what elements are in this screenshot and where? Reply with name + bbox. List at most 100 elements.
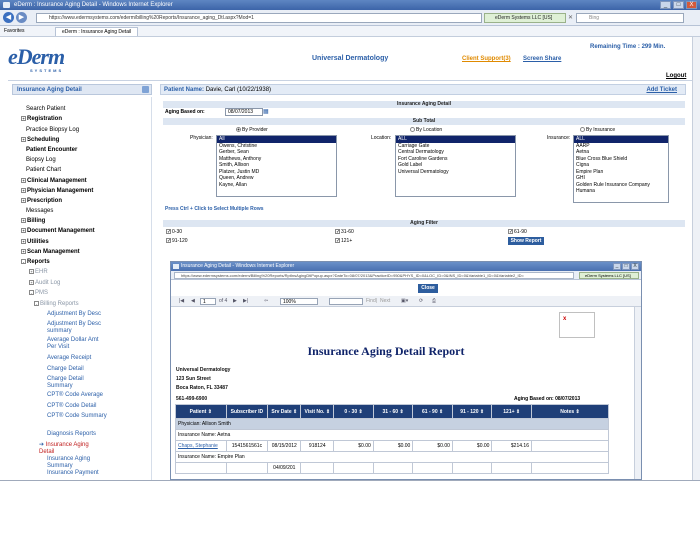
sort-icon[interactable]: ⇕ [574, 409, 580, 415]
sidebar-item[interactable]: + Physician Management [21, 188, 93, 194]
collapse-icon[interactable]: - [29, 290, 34, 295]
column-header[interactable]: 91 - 120 ⇕ [451, 404, 493, 419]
next-page-icon[interactable]: ▶ [233, 296, 237, 307]
column-header[interactable]: Patient ⇕ [175, 404, 227, 419]
add-ticket-link[interactable]: Add Ticket [646, 85, 677, 95]
popup-url-field[interactable]: https://www.edermsystems.com/ederm/Billi… [174, 272, 574, 279]
calendar-icon[interactable]: ▦ [263, 108, 269, 115]
expand-icon[interactable]: + [21, 178, 26, 183]
expand-icon[interactable]: + [21, 249, 26, 254]
expand-icon[interactable]: + [21, 239, 26, 244]
sidebar-item[interactable]: + Scan Management [21, 249, 80, 255]
expand-icon[interactable]: + [29, 280, 34, 285]
collapse-icon[interactable]: - [34, 301, 39, 306]
popup-minimize-button[interactable]: _ [613, 263, 621, 270]
sidebar-item[interactable]: + Audit Log [29, 280, 60, 286]
logout-link[interactable]: Logout [666, 73, 686, 79]
close-button[interactable]: Close [418, 284, 438, 293]
sidebar-report-link[interactable]: Adjustment By Desc [47, 311, 107, 318]
refresh-icon[interactable]: ⟳ [419, 296, 423, 307]
prev-page-icon[interactable]: ◀ [191, 296, 195, 307]
physician-option[interactable]: Kayne, Allan [217, 182, 336, 189]
sidebar-item[interactable]: Messages [26, 208, 53, 214]
certificate-badge[interactable]: eDerm Systems LLC [US] [484, 13, 566, 23]
column-header[interactable]: Srv Date ⇕ [267, 404, 302, 419]
sort-icon[interactable]: ⇕ [324, 409, 330, 415]
sidebar-item[interactable]: + Registration [21, 116, 62, 122]
sidebar-item[interactable]: Practice Biopsy Log [26, 127, 79, 133]
sidebar-report-link[interactable]: Diagnosis Reports [47, 431, 107, 438]
radio-by-insurance[interactable]: By Insurance [580, 127, 615, 133]
column-header[interactable]: Subscriber ID [225, 404, 269, 419]
column-header[interactable]: 121+ ⇕ [491, 404, 532, 419]
sidebar-item[interactable]: Biopsy Log [26, 157, 56, 163]
sort-icon[interactable]: ⇕ [357, 409, 363, 415]
sidebar-item[interactable]: + EHR [29, 269, 48, 275]
print-icon[interactable]: ⎙ [432, 296, 436, 307]
sort-icon[interactable]: ⇕ [438, 409, 443, 415]
popup-maximize-button[interactable]: □ [622, 263, 630, 270]
sort-icon[interactable]: ⇕ [206, 409, 212, 415]
expand-icon[interactable]: + [21, 198, 26, 203]
collapse-icon[interactable] [142, 86, 149, 93]
sidebar-report-link[interactable]: CPT® Code Summary [47, 413, 107, 420]
sidebar-item[interactable]: + Billing [21, 218, 45, 224]
sidebar-item[interactable]: Patient Chart [26, 167, 61, 173]
expand-icon[interactable]: + [29, 269, 34, 274]
find-input[interactable] [329, 298, 363, 305]
sidebar-item[interactable]: - PMS [29, 290, 48, 296]
expand-icon[interactable]: + [21, 137, 26, 142]
sidebar-report-link[interactable]: CPT® Code Average [47, 392, 107, 399]
sidebar-item[interactable]: + Clinical Management [21, 178, 87, 184]
url-field[interactable]: https://www.edermsystems.com/ederm/billi… [36, 13, 482, 23]
expand-icon[interactable]: + [21, 116, 26, 121]
radio-by-provider[interactable]: By Provider [236, 127, 268, 133]
sidebar-report-active[interactable]: ➔ Insurance Aging Detail [39, 442, 99, 456]
sidebar-report-link[interactable]: Adjustment By Desc summary [47, 321, 107, 335]
forward-icon[interactable]: ▶ [16, 12, 27, 23]
sidebar-report-link[interactable]: Insurance Aging Summary [47, 456, 107, 470]
filter-91-120[interactable]: ✓91-120 [166, 238, 188, 244]
column-header[interactable]: 0 - 30 ⇕ [333, 404, 374, 419]
sidebar-report-link[interactable]: Charge Detail [47, 366, 107, 373]
client-support-link[interactable]: Client Support(3) [462, 56, 511, 62]
insurance-option[interactable]: Humana [574, 188, 668, 195]
sidebar-report-link[interactable]: Charge Detail Summary [47, 376, 107, 390]
page-number-input[interactable]: 1 [200, 298, 216, 305]
expand-icon[interactable]: + [21, 228, 26, 233]
sidebar-item[interactable]: - Billing Reports [34, 301, 79, 307]
column-header[interactable]: Visit No. ⇕ [300, 404, 335, 419]
last-page-icon[interactable]: ▶| [243, 296, 248, 307]
expand-icon[interactable]: + [21, 188, 26, 193]
location-listbox[interactable]: ALL Carriage Gate Central Dermatology Fort … [395, 135, 516, 197]
sidebar-item[interactable]: + Document Management [21, 228, 95, 234]
filter-0-30[interactable]: ✓0-30 [166, 229, 182, 235]
sidebar-report-link[interactable]: Average Dollar Amt Per Visit [47, 337, 107, 351]
first-page-icon[interactable]: |◀ [179, 296, 184, 307]
find-link[interactable]: Find [366, 296, 376, 307]
close-window-button[interactable]: X [686, 1, 697, 9]
aging-date-input[interactable]: 08/07/2013 [225, 108, 263, 116]
zoom-select[interactable]: 100% [280, 298, 318, 305]
browser-tab[interactable]: eDerm : Insurance Aging Detail [55, 27, 139, 36]
minimize-button[interactable]: _ [660, 1, 671, 9]
sort-icon[interactable]: ⇕ [515, 409, 520, 415]
expand-icon[interactable]: + [21, 218, 26, 223]
sidebar-item[interactable]: + Utilities [21, 239, 49, 245]
column-header[interactable]: 61 - 90 ⇕ [412, 404, 453, 419]
sidebar-item[interactable]: + Prescription [21, 198, 62, 204]
location-option[interactable]: Universal Dermatology [396, 169, 515, 176]
sidebar-item[interactable]: + Scheduling [21, 137, 59, 143]
export-icon[interactable]: ▣▾ [401, 296, 408, 307]
physician-listbox[interactable]: All Owens, Christine Gerber, Sean Matthews,… [216, 135, 337, 197]
collapse-icon[interactable]: - [21, 259, 26, 264]
sort-icon[interactable]: ⇕ [292, 409, 297, 415]
filter-61-90[interactable]: ✓61-90 [508, 229, 527, 235]
sidebar-report-link[interactable]: CPT® Code Detail [47, 403, 107, 410]
back-icon[interactable]: ◀ [3, 12, 14, 23]
popup-certificate-badge[interactable]: eDerm Systems LLC [US] [579, 272, 639, 279]
sidebar-report-link[interactable]: Insurance Payment [47, 470, 107, 477]
filter-31-60[interactable]: ✓31-60 [335, 229, 354, 235]
sort-icon[interactable]: ⇕ [398, 409, 403, 415]
insurance-listbox[interactable]: ALL AARP Aetna Blue Cross Blue Shield Cigna E… [573, 135, 669, 203]
